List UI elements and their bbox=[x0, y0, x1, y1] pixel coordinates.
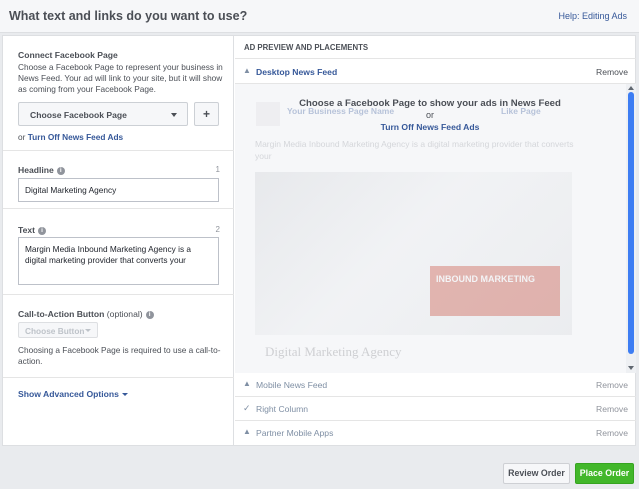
remove-placement-button[interactable]: Remove bbox=[596, 67, 628, 77]
placement-name: Desktop News Feed bbox=[256, 67, 338, 77]
cta-help: Choosing a Facebook Page is required to … bbox=[18, 345, 221, 366]
info-icon[interactable]: i bbox=[145, 311, 154, 319]
headline-label: Headline i bbox=[18, 165, 65, 175]
cta-section: Call-to-Action Button (optional) i Choose… bbox=[3, 295, 234, 378]
turn-off-line: or Turn Off News Feed Ads bbox=[18, 132, 123, 142]
placement-right-column[interactable]: ✓ Right Column Remove bbox=[235, 397, 636, 421]
headline-label-text: Headline bbox=[18, 165, 54, 175]
cta-label: Call-to-Action Button (optional) i bbox=[18, 309, 154, 319]
choose-facebook-page-select[interactable]: Choose Facebook Page bbox=[18, 102, 188, 126]
placement-mobile-news-feed[interactable]: ▲ Mobile News Feed Remove bbox=[235, 373, 636, 397]
preview-scrollbar[interactable] bbox=[626, 84, 636, 373]
add-page-button[interactable]: + bbox=[194, 102, 219, 126]
chevron-down-icon bbox=[121, 393, 128, 396]
dialog-title: What text and links do you want to use? bbox=[9, 9, 248, 23]
triangle-up-icon: ▲ bbox=[243, 66, 251, 75]
preview-header: AD PREVIEW AND PLACEMENTS bbox=[235, 36, 636, 59]
cta-optional-text: (optional) bbox=[106, 309, 143, 319]
headline-section: Headline i 1 Digital Marketing Agency bbox=[3, 151, 234, 209]
placement-desktop-news-feed[interactable]: ▲ Desktop News Feed Remove bbox=[235, 60, 636, 84]
connect-page-section: Connect Facebook Page Choose a Facebook … bbox=[3, 36, 234, 151]
text-section: Text i 2 Margin Media Inbound Marketing A… bbox=[3, 209, 234, 295]
chevron-down-icon bbox=[171, 113, 177, 117]
placement-name: Partner Mobile Apps bbox=[256, 428, 334, 438]
help-editing-ads-link[interactable]: Help: Editing Ads bbox=[558, 11, 627, 21]
preview-heading: AD PREVIEW AND PLACEMENTS bbox=[244, 43, 369, 52]
scroll-down-arrow-icon[interactable] bbox=[628, 366, 634, 370]
choose-facebook-page-label: Choose Facebook Page bbox=[30, 110, 127, 120]
info-icon[interactable]: i bbox=[38, 227, 47, 235]
show-advanced-options-label: Show Advanced Options bbox=[18, 389, 119, 399]
ghost-banner-text: INBOUND MARKETING bbox=[436, 274, 535, 284]
ghost-image-banner: INBOUND MARKETING bbox=[430, 266, 560, 316]
no-page-message-or: or bbox=[425, 110, 434, 120]
show-advanced-options-link[interactable]: Show Advanced Options bbox=[18, 389, 128, 399]
no-page-message: Choose a Facebook Page to show your ads … bbox=[235, 98, 625, 132]
turn-off-news-feed-ads-link[interactable]: Turn Off News Feed Ads bbox=[28, 132, 123, 142]
ad-preview: Your Business Page Name Like Page Margin… bbox=[235, 84, 636, 373]
ghost-body-text: Margin Media Inbound Marketing Agency is… bbox=[255, 139, 574, 161]
text-label-text: Text bbox=[18, 225, 36, 235]
remove-placement-button[interactable]: Remove bbox=[596, 404, 628, 414]
choose-cta-button: Choose Button bbox=[18, 322, 98, 338]
placement-partner-mobile-apps[interactable]: ▲ Partner Mobile Apps Remove bbox=[235, 421, 636, 445]
headline-count: 1 bbox=[215, 165, 220, 174]
text-count: 2 bbox=[215, 225, 220, 234]
ad-preview-panel: AD PREVIEW AND PLACEMENTS ▲ Desktop News… bbox=[235, 36, 636, 445]
headline-input[interactable]: Digital Marketing Agency bbox=[18, 178, 219, 202]
place-order-button[interactable]: Place Order bbox=[575, 463, 634, 484]
info-icon[interactable]: i bbox=[56, 167, 65, 175]
connect-page-help: Choose a Facebook Page to represent your… bbox=[18, 62, 223, 94]
scroll-thumb[interactable] bbox=[628, 92, 634, 354]
ghost-ad-headline: Digital Marketing Agency bbox=[265, 344, 402, 359]
placement-name: Mobile News Feed bbox=[256, 380, 328, 390]
cta-label-text: Call-to-Action Button bbox=[18, 309, 105, 319]
check-icon: ✓ bbox=[243, 403, 251, 413]
triangle-up-icon: ▲ bbox=[243, 427, 251, 436]
preview-turn-off-news-feed-ads-link[interactable]: Turn Off News Feed Ads bbox=[235, 122, 625, 132]
ad-text-form: Connect Facebook Page Choose a Facebook … bbox=[3, 36, 234, 445]
text-label: Text i bbox=[18, 225, 47, 235]
or-text: or bbox=[18, 132, 26, 142]
placement-name: Right Column bbox=[256, 404, 309, 414]
chevron-down-icon bbox=[85, 329, 91, 332]
dialog-header: What text and links do you want to use? … bbox=[0, 0, 639, 33]
no-page-message-text: Choose a Facebook Page to show your ads … bbox=[299, 98, 561, 109]
remove-placement-button[interactable]: Remove bbox=[596, 380, 628, 390]
choose-cta-button-label: Choose Button bbox=[25, 326, 85, 336]
text-input[interactable]: Margin Media Inbound Marketing Agency is… bbox=[18, 237, 219, 285]
triangle-up-icon: ▲ bbox=[243, 379, 251, 388]
editor-panel: Connect Facebook Page Choose a Facebook … bbox=[2, 35, 636, 446]
connect-page-label: Connect Facebook Page bbox=[18, 50, 118, 60]
scroll-up-arrow-icon[interactable] bbox=[628, 86, 634, 90]
remove-placement-button[interactable]: Remove bbox=[596, 428, 628, 438]
review-order-button[interactable]: Review Order bbox=[503, 463, 570, 484]
